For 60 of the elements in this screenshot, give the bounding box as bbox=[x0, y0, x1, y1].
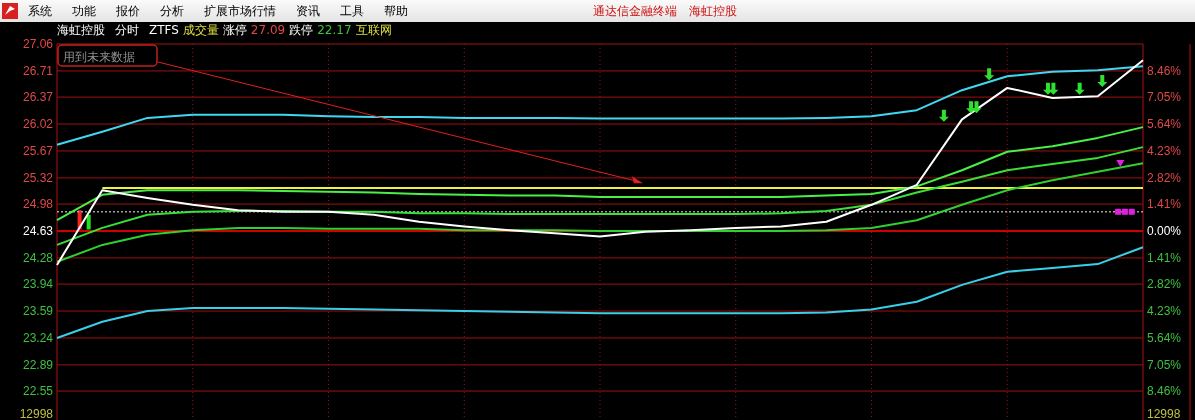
price-axis-label: 25.67 bbox=[22, 143, 53, 158]
price-axis-label: 22.89 bbox=[22, 357, 53, 372]
menu-item[interactable]: 功能 bbox=[62, 2, 106, 20]
volume-bar bbox=[77, 210, 82, 230]
down-arrow-icon bbox=[1048, 82, 1059, 95]
percent-axis-label: 5.64% bbox=[1147, 117, 1182, 132]
price-axis-label: 27.06 bbox=[22, 38, 53, 51]
window-title: 通达信金融终端 bbox=[593, 2, 677, 20]
price-axis-label: 25.32 bbox=[22, 170, 53, 185]
info-label: ZTFS bbox=[149, 23, 179, 37]
price-axis-label: 22.55 bbox=[22, 384, 53, 399]
down-arrow-icon bbox=[938, 109, 949, 122]
price-axis-label: 23.94 bbox=[22, 277, 53, 292]
percent-axis-label: 2.82% bbox=[1147, 277, 1182, 292]
menu-item[interactable]: 资讯 bbox=[286, 2, 330, 20]
menu-item[interactable]: 扩展市场行情 bbox=[194, 2, 286, 20]
menu-item[interactable]: 分析 bbox=[150, 2, 194, 20]
percent-axis-label: 1.41% bbox=[1147, 197, 1182, 212]
volume-axis-label: 12998 bbox=[1147, 407, 1181, 420]
percent-axis-label: 1.41% bbox=[1147, 250, 1182, 265]
down-arrow-icon bbox=[984, 68, 995, 81]
down-arrow-icon bbox=[1074, 82, 1085, 95]
down-arrow-icon bbox=[1097, 75, 1108, 88]
price-axis-label: 24.98 bbox=[22, 197, 53, 212]
price-axis-label: 24.63 bbox=[22, 224, 53, 238]
menu-item[interactable]: 系统 bbox=[26, 2, 62, 20]
down-arrow-icon bbox=[971, 101, 982, 114]
note-text: 用到未来数据 bbox=[63, 50, 135, 64]
percent-axis-label: 7.05% bbox=[1147, 357, 1182, 372]
percent-axis-label: 0.00% bbox=[1147, 224, 1182, 238]
info-label: 成交量 bbox=[182, 21, 219, 39]
price-axis-label: 26.37 bbox=[22, 90, 53, 105]
volume-axis-label: 12998 bbox=[19, 407, 53, 420]
menu-item[interactable]: 帮助 bbox=[374, 2, 418, 20]
percent-axis-label: 5.64% bbox=[1147, 330, 1182, 345]
info-label: 22.17 bbox=[317, 23, 352, 37]
percent-axis-label: 4.23% bbox=[1147, 304, 1182, 319]
info-label: 27.09 bbox=[250, 23, 286, 37]
info-label: 互联网 bbox=[355, 21, 392, 39]
price-axis-label: 24.28 bbox=[22, 250, 53, 265]
volume-bar bbox=[86, 214, 91, 230]
percent-axis-label: 2.82% bbox=[1147, 170, 1182, 185]
app-logo-icon[interactable] bbox=[2, 3, 18, 19]
down-arrow-icon bbox=[966, 101, 977, 114]
menu-item[interactable]: 报价 bbox=[106, 2, 150, 20]
info-label: 海虹控股 bbox=[57, 21, 105, 39]
info-label: 分时 bbox=[115, 21, 139, 39]
menu-item[interactable]: 工具 bbox=[330, 2, 374, 20]
percent-axis-label: 4.23% bbox=[1147, 143, 1182, 158]
percent-axis-label: 8.46% bbox=[1147, 384, 1182, 399]
price-axis-label: 23.59 bbox=[22, 304, 53, 319]
info-label: 跌停 bbox=[289, 21, 314, 39]
percent-axis-label: 8.46% bbox=[1147, 63, 1182, 78]
price-axis-label: 23.24 bbox=[22, 330, 53, 345]
price-axis-label: 26.02 bbox=[22, 117, 53, 132]
triangle-marker bbox=[1116, 159, 1125, 167]
percent-axis-label: 7.05% bbox=[1147, 90, 1182, 105]
window-title: 海虹控股 bbox=[689, 2, 737, 20]
info-label: 涨停 bbox=[222, 21, 247, 39]
price-axis-label: 26.71 bbox=[22, 63, 53, 78]
